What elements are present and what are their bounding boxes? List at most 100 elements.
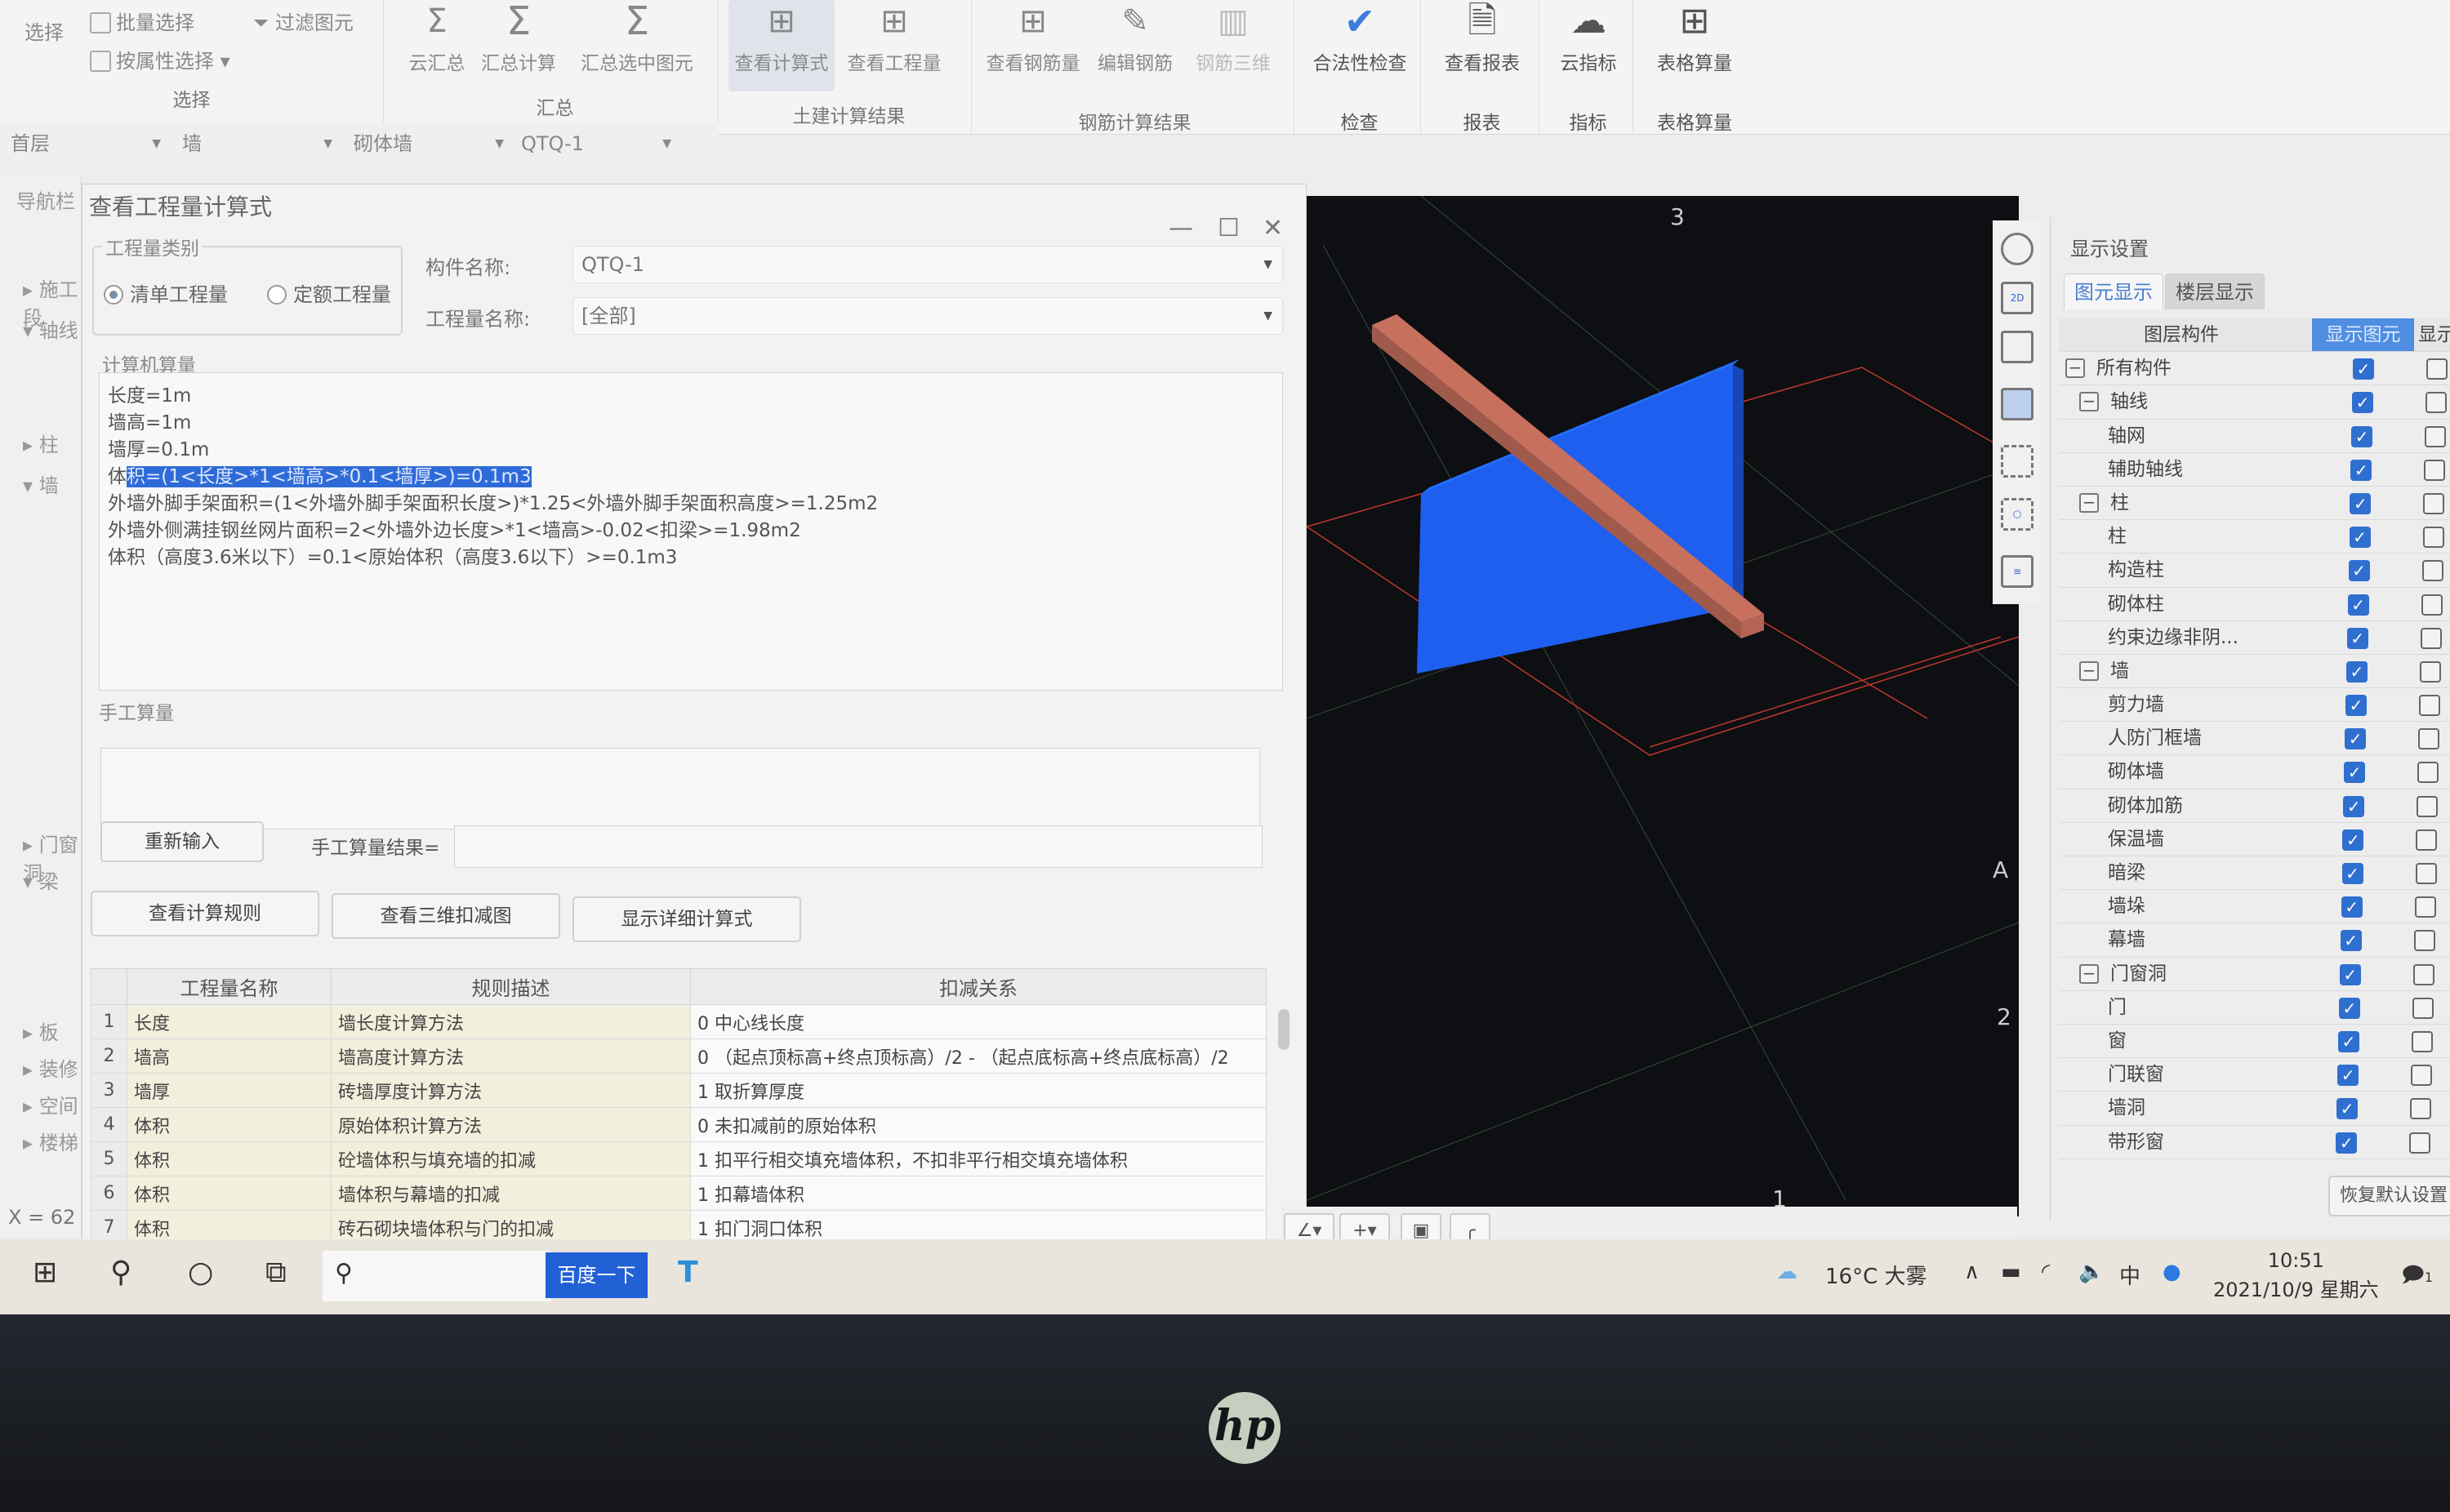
show-name-checkbox[interactable] <box>2413 930 2435 952</box>
local-3d-icon[interactable]: ⬡ <box>2001 498 2034 531</box>
table-row[interactable]: 5 体积 砼墙体积与填充墙的扣减 1 扣平行相交填充墙体积，不扣非平行相交填充墙体积 <box>91 1141 1267 1176</box>
select-by-attribute-button[interactable]: 按属性选择 ▾ <box>90 45 230 73</box>
show-element-checkbox[interactable]: ✓ <box>2349 527 2371 549</box>
show-name-checkbox[interactable] <box>2414 896 2436 918</box>
table-row[interactable]: 1 长度 墙长度计算方法 0 中心线长度 <box>91 1004 1267 1039</box>
close-button[interactable]: ✕ <box>1263 214 1283 242</box>
collapse-toggle-icon[interactable]: − <box>2065 358 2085 379</box>
3d-view-icon[interactable] <box>2001 331 2034 363</box>
table-row[interactable]: 3 墙厚 砖墙厚度计算方法 1 取折算厚度 <box>91 1073 1267 1108</box>
restore-defaults-button[interactable]: 恢复默认设置 <box>2328 1176 2450 1216</box>
show-name-checkbox[interactable] <box>2412 963 2434 985</box>
windows-start-icon[interactable]: ⊞ <box>33 1256 57 1289</box>
show-element-checkbox[interactable]: ✓ <box>2351 425 2373 447</box>
radio-quota-qty[interactable]: 定额工程量 <box>267 278 391 307</box>
collapse-toggle-icon[interactable]: − <box>2079 963 2099 984</box>
baidu-search-button[interactable]: 百度一下 <box>546 1252 648 1298</box>
batch-select-button[interactable]: 批量选择 <box>90 7 194 35</box>
table-scrollbar[interactable] <box>1278 1009 1290 1050</box>
maximize-button[interactable]: ☐ <box>1218 214 1240 242</box>
show-element-checkbox[interactable]: ✓ <box>2348 560 2370 582</box>
show-element-checkbox[interactable]: ✓ <box>2346 627 2368 649</box>
cloud-summary-button[interactable]: Σ 云汇总 <box>400 0 474 75</box>
battery-icon[interactable]: ▬ <box>2001 1260 2021 1284</box>
component-name-combo[interactable]: QTQ-1 ▼ <box>572 246 1283 283</box>
weather-text[interactable]: 16°C 大雾 <box>1825 1260 1927 1290</box>
edit-rebar-button[interactable]: ✎ 编辑钢筋 <box>1090 0 1180 75</box>
3d-viewport[interactable]: 3 A 2 1 <box>1307 196 2019 1216</box>
show-name-checkbox[interactable] <box>2415 863 2437 884</box>
view-report-button[interactable]: 🗎 查看报表 <box>1433 0 1531 75</box>
view-quantity-button[interactable]: ⊞ 查看工程量 <box>841 0 947 75</box>
fullscreen-icon[interactable] <box>2001 445 2034 478</box>
view-rebar-button[interactable]: ⊞ 查看钢筋量 <box>980 0 1086 75</box>
show-element-checkbox[interactable]: ✓ <box>2352 392 2374 414</box>
show-element-checkbox[interactable]: ✓ <box>2343 795 2365 817</box>
legality-check-button[interactable]: ✔ 合法性检查 <box>1303 0 1417 75</box>
task-view-icon[interactable]: ⧉ <box>265 1256 287 1290</box>
nav-item[interactable]: ▾ 轴线 <box>23 314 78 343</box>
select-button[interactable]: 选择 <box>24 16 64 45</box>
show-name-checkbox[interactable] <box>2423 492 2445 514</box>
nav-item[interactable]: ▸ 柱 <box>23 429 59 457</box>
taskbar-search-input[interactable]: ⚲ <box>323 1251 551 1301</box>
volume-icon[interactable]: 🔈 <box>2078 1260 2105 1284</box>
show-element-checkbox[interactable]: ✓ <box>2337 1065 2359 1087</box>
minimize-button[interactable]: — <box>1169 214 1193 242</box>
show-name-checkbox[interactable] <box>2410 1098 2432 1120</box>
input-method-icon[interactable]: ● <box>2163 1260 2181 1284</box>
show-element-checkbox[interactable]: ✓ <box>2350 492 2372 514</box>
table-row[interactable]: 2 墙高 墙高度计算方法 0 （起点顶标高+终点顶标高）/2 - （起点底标高+终点底… <box>91 1038 1267 1074</box>
show-name-checkbox[interactable] <box>2416 829 2438 851</box>
chevron-up-icon[interactable]: ∧ <box>1964 1260 1980 1284</box>
show-element-checkbox[interactable]: ✓ <box>2336 1132 2358 1154</box>
show-element-checkbox[interactable]: ✓ <box>2345 695 2367 717</box>
ime-indicator[interactable]: 中 <box>2119 1260 2140 1290</box>
nav-item[interactable]: ▾ 梁 <box>23 865 59 894</box>
wifi-icon[interactable]: ◜ <box>2042 1260 2050 1284</box>
col-header-show-element[interactable]: 显示图元 <box>2312 318 2414 351</box>
nav-item[interactable]: ▸ 装修 <box>23 1053 78 1082</box>
show-element-checkbox[interactable]: ✓ <box>2347 594 2369 616</box>
summary-selected-button[interactable]: Σ 汇总选中图元 <box>568 0 706 75</box>
floor-select[interactable]: 首层 ▼ <box>4 129 167 158</box>
show-name-checkbox[interactable] <box>2417 795 2439 817</box>
show-element-checkbox[interactable]: ✓ <box>2339 963 2361 985</box>
rebar-3d-button[interactable]: ▥ 钢筋三维 <box>1188 0 1278 75</box>
nav-item[interactable]: ▸ 楼梯 <box>23 1127 78 1155</box>
show-name-checkbox[interactable] <box>2425 425 2447 447</box>
table-row[interactable]: 6 体积 墙体积与幕墙的扣减 1 扣幕墙体积 <box>91 1176 1267 1211</box>
show-name-checkbox[interactable] <box>2412 997 2434 1019</box>
manual-calc-input[interactable] <box>100 748 1260 829</box>
show-name-checkbox[interactable] <box>2418 728 2440 750</box>
show-name-checkbox[interactable] <box>2411 1065 2433 1087</box>
clock[interactable]: 10:51 2021/10/9 星期六 <box>2213 1246 2379 1305</box>
view-3d-deduct-button[interactable]: 查看三维扣减图 <box>332 893 560 939</box>
show-name-checkbox[interactable] <box>2426 392 2448 414</box>
filter-elements-button[interactable]: ⏷ 过滤图元 <box>253 7 354 35</box>
show-name-checkbox[interactable] <box>2409 1132 2431 1154</box>
show-element-checkbox[interactable]: ✓ <box>2340 930 2362 952</box>
computer-calc-text[interactable]: 长度=1m 墙高=1m 墙厚=0.1m 体积=(1<长度>*1<墙高>*0.1<… <box>99 372 1283 691</box>
show-element-checkbox[interactable]: ✓ <box>2338 1030 2359 1052</box>
category-select[interactable]: 墙 ▼ <box>176 129 339 158</box>
table-quantity-button[interactable]: ⊞ 表格算量 <box>1642 0 1748 75</box>
display-settings-icon[interactable]: ≡ <box>2001 555 2034 588</box>
show-element-checkbox[interactable]: ✓ <box>2345 728 2367 750</box>
tab-floor-display[interactable]: 楼层显示 <box>2165 273 2265 309</box>
show-element-checkbox[interactable]: ✓ <box>2345 660 2368 683</box>
show-element-checkbox[interactable]: ✓ <box>2341 896 2363 918</box>
show-name-checkbox[interactable] <box>2426 358 2448 380</box>
cortana-icon[interactable]: ○ <box>188 1256 213 1289</box>
2d-view-icon[interactable]: 2D <box>2001 282 2034 314</box>
nav-item[interactable]: ▸ 空间 <box>23 1090 78 1118</box>
collapse-toggle-icon[interactable]: − <box>2079 392 2099 412</box>
show-name-checkbox[interactable] <box>2420 627 2442 649</box>
show-element-checkbox[interactable]: ✓ <box>2342 829 2364 851</box>
collapse-toggle-icon[interactable]: − <box>2079 660 2099 681</box>
search-icon[interactable]: ⚲ <box>110 1256 131 1289</box>
show-name-checkbox[interactable] <box>2419 660 2441 683</box>
collapse-toggle-icon[interactable]: − <box>2079 492 2099 513</box>
notification-icon[interactable]: 🗩1 <box>2401 1260 2433 1296</box>
qty-name-combo[interactable]: [全部] ▼ <box>572 297 1283 335</box>
